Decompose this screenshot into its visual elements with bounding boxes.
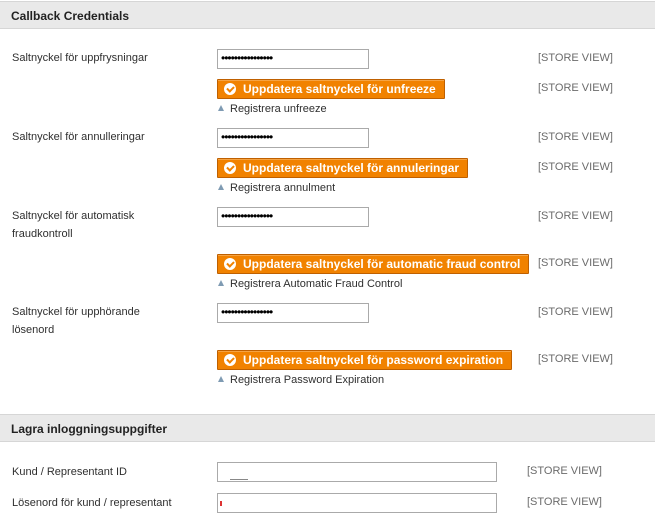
button-label: Uppdatera saltnyckel för password expira…: [243, 353, 504, 367]
input-cursor: [220, 501, 222, 506]
label-annulment-salt: Saltnyckel för annulleringar: [12, 131, 145, 143]
check-icon: [224, 354, 236, 366]
register-unfreeze-link[interactable]: Registrera unfreeze: [218, 103, 327, 115]
scope-label: [STORE VIEW]: [538, 257, 613, 269]
scope-label: [STORE VIEW]: [538, 161, 613, 173]
fraud-control-salt-input[interactable]: ••••••••••••••••: [217, 207, 369, 227]
check-icon: [224, 83, 236, 95]
section-header-callback-credentials[interactable]: Callback Credentials: [0, 1, 655, 29]
link-label: Registrera Automatic Fraud Control: [230, 278, 403, 290]
input-cursor: [230, 479, 248, 480]
label-password-expiration-salt: Saltnyckel för upphörande lösenord: [12, 306, 140, 336]
update-fraud-control-salt-button[interactable]: Uppdatera saltnyckel för automatic fraud…: [217, 254, 530, 274]
register-fraud-control-link[interactable]: Registrera Automatic Fraud Control: [218, 278, 402, 290]
update-password-expiration-salt-button[interactable]: Uppdatera saltnyckel för password expira…: [217, 350, 513, 370]
link-label: Registrera annulment: [230, 182, 336, 194]
button-label: Uppdatera saltnyckel för annuleringar: [243, 161, 460, 175]
label-customer-id: Kund / Representant ID: [12, 466, 127, 478]
triangle-up-icon: [218, 376, 224, 382]
scope-label: [STORE VIEW]: [527, 496, 602, 508]
scope-label: [STORE VIEW]: [538, 52, 613, 64]
triangle-up-icon: [218, 184, 224, 190]
button-label: Uppdatera saltnyckel för automatic fraud…: [243, 257, 521, 271]
check-icon: [224, 258, 236, 270]
triangle-up-icon: [218, 280, 224, 286]
scope-label: [STORE VIEW]: [527, 465, 602, 477]
section-title: Callback Credentials: [11, 9, 130, 23]
section-title: Lagra inloggningsuppgifter: [11, 422, 167, 436]
password-expiration-salt-input[interactable]: ••••••••••••••••: [217, 303, 369, 323]
customer-password-input[interactable]: [217, 493, 497, 513]
section-header-store-credentials[interactable]: Lagra inloggningsuppgifter: [0, 414, 655, 442]
link-label: Registrera unfreeze: [230, 103, 327, 115]
check-icon: [224, 162, 236, 174]
update-unfreeze-salt-button[interactable]: Uppdatera saltnyckel för unfreeze: [217, 79, 445, 99]
scope-label: [STORE VIEW]: [538, 210, 613, 222]
label-customer-password: Lösenord för kund / representant: [12, 497, 172, 509]
scope-label: [STORE VIEW]: [538, 131, 613, 143]
annulment-salt-input[interactable]: ••••••••••••••••: [217, 128, 369, 148]
register-password-expiration-link[interactable]: Registrera Password Expiration: [218, 374, 384, 386]
scope-label: [STORE VIEW]: [538, 82, 613, 94]
link-label: Registrera Password Expiration: [230, 374, 385, 386]
scope-label: [STORE VIEW]: [538, 306, 613, 318]
unfreeze-salt-input[interactable]: ••••••••••••••••: [217, 49, 369, 69]
triangle-up-icon: [218, 105, 224, 111]
register-annulment-link[interactable]: Registrera annulment: [218, 182, 335, 194]
customer-id-input[interactable]: [217, 462, 497, 482]
label-fraud-control-salt: Saltnyckel för automatisk fraudkontroll: [12, 210, 135, 240]
button-label: Uppdatera saltnyckel för unfreeze: [243, 82, 436, 96]
scope-label: [STORE VIEW]: [538, 353, 613, 365]
label-unfreeze-salt: Saltnyckel för uppfrysningar: [12, 52, 148, 64]
update-annulment-salt-button[interactable]: Uppdatera saltnyckel för annuleringar: [217, 158, 469, 178]
